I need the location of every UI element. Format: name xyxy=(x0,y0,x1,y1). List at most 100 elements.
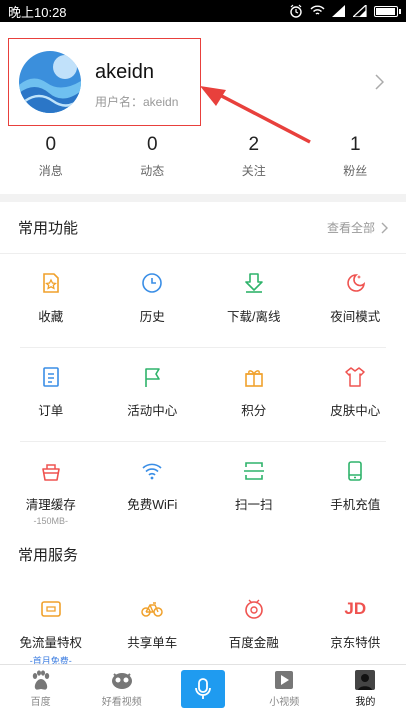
func-orders[interactable]: 订单 xyxy=(0,348,102,441)
tab-label: 我的 xyxy=(355,696,376,708)
section-title: 常用服务 xyxy=(18,546,79,564)
func-label: 收藏 xyxy=(38,310,64,324)
stat-label: 粉丝 xyxy=(343,164,368,178)
status-time: 晚上10:28 xyxy=(8,4,67,20)
service-label: 共享单车 xyxy=(127,636,178,650)
data-card-icon xyxy=(40,601,61,617)
func-points[interactable]: 积分 xyxy=(203,348,305,441)
stat-fans[interactable]: 1 粉丝 xyxy=(305,134,406,179)
func-label: 订单 xyxy=(38,404,64,418)
func-label: 活动中心 xyxy=(127,404,178,418)
functions-grid: 订单 活动中心 积分 皮肤中心 xyxy=(0,348,406,441)
gift-icon xyxy=(244,370,263,387)
cache-size-note: -150MB- xyxy=(33,516,68,526)
tab-label: 好看视频 xyxy=(101,696,142,708)
service-baidu-finance[interactable]: 百度金融 xyxy=(203,580,305,673)
func-label: 积分 xyxy=(241,404,267,418)
see-all-label: 查看全部 xyxy=(326,221,375,235)
status-bar: 晚上10:28 xyxy=(0,0,406,22)
tab-short-video[interactable]: 小视频 xyxy=(244,665,325,712)
func-label: 免费WiFi xyxy=(127,498,178,512)
finance-icon xyxy=(244,599,263,619)
see-all-link[interactable]: 查看全部 xyxy=(327,219,388,236)
stat-messages[interactable]: 0 消息 xyxy=(0,134,102,179)
func-label: 手机充值 xyxy=(330,498,381,512)
scan-icon xyxy=(243,462,264,480)
battery-icon xyxy=(374,5,401,17)
bike-icon xyxy=(141,602,163,617)
service-label: 京东特供 xyxy=(330,636,381,650)
profile-card[interactable]: akeidn 用户名：akeidn xyxy=(8,38,201,126)
battery-fill xyxy=(376,7,395,15)
user-id-line: 用户名：akeidn xyxy=(95,95,179,109)
services-header: 常用服务 xyxy=(0,528,406,580)
play-icon xyxy=(275,670,294,689)
chevron-right-icon xyxy=(381,222,388,233)
stat-label: 关注 xyxy=(241,164,266,178)
stats-row: 0 消息 0 动态 2 关注 1 粉丝 xyxy=(0,134,406,179)
services-section: 常用服务 免流量特权 -首月免费- 共享单车 百度金融 JD 京东特供 xyxy=(0,528,406,668)
service-label: 百度金融 xyxy=(228,636,279,650)
flag-icon xyxy=(145,368,161,387)
download-icon xyxy=(244,273,263,293)
signal-icon-2 xyxy=(353,5,367,17)
moon-icon xyxy=(347,274,366,292)
wifi-icon xyxy=(142,463,162,480)
order-icon xyxy=(42,367,59,387)
func-activity-center[interactable]: 活动中心 xyxy=(102,348,204,441)
stat-label: 动态 xyxy=(140,164,165,178)
stat-value: 2 xyxy=(248,134,260,155)
baidu-paw-icon xyxy=(32,669,49,690)
func-history[interactable]: 历史 xyxy=(102,254,204,347)
tab-haokan-video[interactable]: 好看视频 xyxy=(81,665,162,712)
tab-mine[interactable]: 我的 xyxy=(325,665,406,712)
tab-label: 百度 xyxy=(30,696,51,708)
func-label: 皮肤中心 xyxy=(330,404,381,418)
stat-following[interactable]: 2 关注 xyxy=(203,134,305,179)
profile-header: akeidn 用户名：akeidn 0 消息 0 动态 2 关注 1 粉丝 xyxy=(0,22,406,194)
user-avatar-icon xyxy=(355,669,376,690)
service-shared-bike[interactable]: 共享单车 xyxy=(102,580,204,673)
stat-value: 1 xyxy=(349,134,361,155)
star-doc-icon xyxy=(42,273,59,293)
func-free-wifi[interactable]: 免费WiFi xyxy=(102,442,204,535)
wifi-status-icon xyxy=(310,5,325,15)
basket-icon xyxy=(41,464,60,481)
func-label: 历史 xyxy=(139,310,165,324)
func-scan[interactable]: 扫一扫 xyxy=(203,442,305,535)
functions-grid: 清理缓存 -150MB- 免费WiFi 扫一扫 手机充值 xyxy=(0,442,406,535)
func-favorites[interactable]: 收藏 xyxy=(0,254,102,347)
func-label: 下载/离线 xyxy=(227,310,281,324)
video-face-icon xyxy=(111,672,132,689)
functions-section: 常用功能 查看全部 收藏 历史 下载/离线 夜间模式 订单 活动中心 积分 皮肤… xyxy=(0,202,406,535)
func-mobile-recharge[interactable]: 手机充值 xyxy=(305,442,406,535)
avatar[interactable] xyxy=(19,51,81,113)
functions-grid: 收藏 历史 下载/离线 夜间模式 xyxy=(0,254,406,347)
jd-icon: JD xyxy=(344,599,367,618)
chevron-right-icon[interactable] xyxy=(375,74,384,90)
stat-activity[interactable]: 0 动态 xyxy=(102,134,204,179)
username: akeidn xyxy=(95,61,154,83)
service-jd-special[interactable]: JD 京东特供 xyxy=(305,580,406,673)
tab-baidu[interactable]: 百度 xyxy=(0,665,81,712)
func-label: 清理缓存 xyxy=(25,498,76,512)
func-label: 夜间模式 xyxy=(330,310,381,324)
stat-value: 0 xyxy=(45,134,57,155)
tab-voice-search[interactable] xyxy=(162,665,243,712)
func-clear-cache[interactable]: 清理缓存 -150MB- xyxy=(0,442,102,535)
section-title: 常用功能 xyxy=(18,220,79,237)
phone-icon xyxy=(348,461,363,481)
service-free-data[interactable]: 免流量特权 -首月免费- xyxy=(0,580,102,673)
voice-search-button[interactable] xyxy=(181,669,225,708)
stat-value: 0 xyxy=(146,134,158,155)
func-night-mode[interactable]: 夜间模式 xyxy=(305,254,406,347)
signal-icon xyxy=(332,5,345,17)
tab-label: 小视频 xyxy=(269,696,300,708)
service-label: 免流量特权 xyxy=(19,636,82,650)
func-skin-center[interactable]: 皮肤中心 xyxy=(305,348,406,441)
stat-label: 消息 xyxy=(38,164,63,178)
func-label: 扫一扫 xyxy=(234,498,273,512)
status-icons xyxy=(289,4,401,18)
func-download[interactable]: 下载/离线 xyxy=(203,254,305,347)
alarm-icon xyxy=(290,4,302,18)
